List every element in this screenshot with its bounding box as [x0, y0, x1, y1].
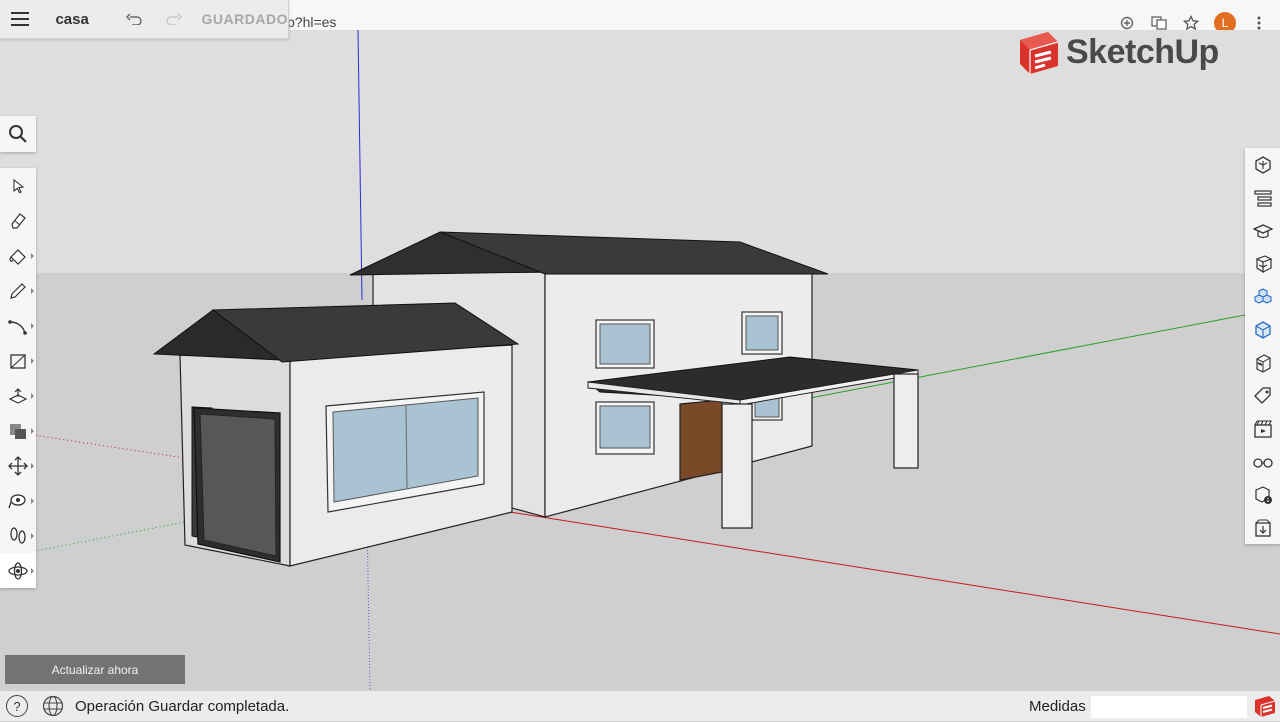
tool-paint[interactable]: [0, 238, 36, 273]
arc-icon: [8, 319, 27, 335]
panel-extensions[interactable]: [1245, 511, 1280, 544]
tool-flyout-caret: [31, 358, 34, 364]
rectangle-icon: [10, 353, 26, 369]
undo-button[interactable]: [115, 0, 154, 38]
materials-icon: [1254, 320, 1271, 339]
redo-button[interactable]: [154, 0, 193, 38]
panel-styles[interactable]: [1245, 346, 1280, 379]
undo-icon: [126, 13, 143, 25]
help-icon[interactable]: ?: [6, 695, 28, 717]
main-menu-button[interactable]: [0, 0, 39, 38]
3d-warehouse-icon: [1253, 287, 1272, 304]
panel-outliner[interactable]: [1245, 181, 1280, 214]
tool-walk[interactable]: [0, 518, 36, 553]
save-status: GUARDADO: [201, 11, 288, 27]
components-icon: [1255, 254, 1272, 273]
update-now-button[interactable]: Actualizar ahora: [5, 655, 185, 684]
tags-icon: [1253, 386, 1271, 404]
model-info-icon: [1254, 485, 1272, 504]
tape-measure-icon: [8, 493, 26, 508]
logo-text: SketchUp: [1066, 32, 1219, 71]
tool-flyout-caret: [31, 288, 34, 294]
paint-bucket-icon: [9, 248, 26, 265]
scene-canvas[interactable]: [0, 30, 1280, 690]
search-button[interactable]: [0, 116, 36, 152]
status-bar: ? Operación Guardar completada. Medidas: [0, 690, 1280, 721]
panel-scenes[interactable]: [1245, 412, 1280, 445]
status-message: Operación Guardar completada.: [75, 697, 290, 715]
sketchup-small-icon[interactable]: [1254, 695, 1276, 722]
pencil-icon: [10, 282, 26, 299]
panel-model-info[interactable]: [1245, 478, 1280, 511]
orbit-icon: [8, 561, 28, 580]
tool-tape-measure[interactable]: [0, 483, 36, 518]
redo-icon: [166, 13, 182, 25]
panel-tags[interactable]: [1245, 379, 1280, 412]
tool-move[interactable]: [0, 448, 36, 483]
panel-instructor[interactable]: [1245, 214, 1280, 247]
right-panel-toolbar: [1245, 148, 1280, 544]
arrow-icon: [13, 178, 25, 193]
model-viewport[interactable]: [0, 30, 1280, 690]
hamburger-icon: [10, 12, 29, 26]
tool-flyout-caret: [31, 323, 34, 329]
search-icon: [9, 125, 27, 143]
push-pull-icon: [8, 387, 28, 404]
tool-flyout-caret: [31, 533, 34, 539]
url-fragment[interactable]: p?hl=es: [287, 14, 336, 30]
sketchup-logo: SketchUp: [1018, 30, 1219, 74]
panel-components[interactable]: [1245, 247, 1280, 280]
tool-push-pull[interactable]: [0, 378, 36, 413]
left-toolbar: [0, 168, 36, 588]
measurements-input[interactable]: [1091, 696, 1247, 718]
tool-flyout-caret: [31, 253, 34, 259]
footprints-icon: [10, 526, 26, 544]
tool-flyout-caret: [31, 463, 34, 469]
tool-eraser[interactable]: [0, 203, 36, 238]
panel-entity-info[interactable]: [1245, 148, 1280, 181]
panel-display[interactable]: [1245, 445, 1280, 478]
app-header: casa GUARDADO: [0, 0, 289, 39]
entity-info-icon: [1254, 155, 1271, 174]
tool-flyout-caret: [31, 498, 34, 504]
document-title[interactable]: casa: [55, 11, 114, 28]
scenes-icon: [1253, 419, 1272, 438]
tool-rectangle[interactable]: [0, 343, 36, 378]
tool-arc[interactable]: [0, 308, 36, 343]
tool-flyout-caret: [31, 393, 34, 399]
tool-pencil[interactable]: [0, 273, 36, 308]
instructor-icon: [1252, 223, 1273, 238]
panel-3d-warehouse[interactable]: [1245, 280, 1280, 313]
sketchup-logo-icon: [1020, 32, 1059, 74]
eraser-icon: [11, 212, 26, 229]
panel-materials[interactable]: [1245, 313, 1280, 346]
tool-offset[interactable]: [0, 413, 36, 448]
outliner-icon: [1253, 189, 1272, 207]
extension-icon: [1254, 518, 1271, 537]
tool-select[interactable]: [0, 168, 36, 203]
display-icon: [1252, 457, 1273, 468]
styles-icon: [1255, 353, 1271, 373]
offset-icon: [10, 423, 26, 439]
measurements-label: Medidas: [1029, 698, 1086, 715]
move-icon: [8, 455, 28, 476]
tool-orbit[interactable]: [0, 553, 36, 588]
globe-icon[interactable]: [42, 695, 64, 717]
tool-flyout-caret: [31, 568, 34, 574]
tool-flyout-caret: [31, 428, 34, 434]
